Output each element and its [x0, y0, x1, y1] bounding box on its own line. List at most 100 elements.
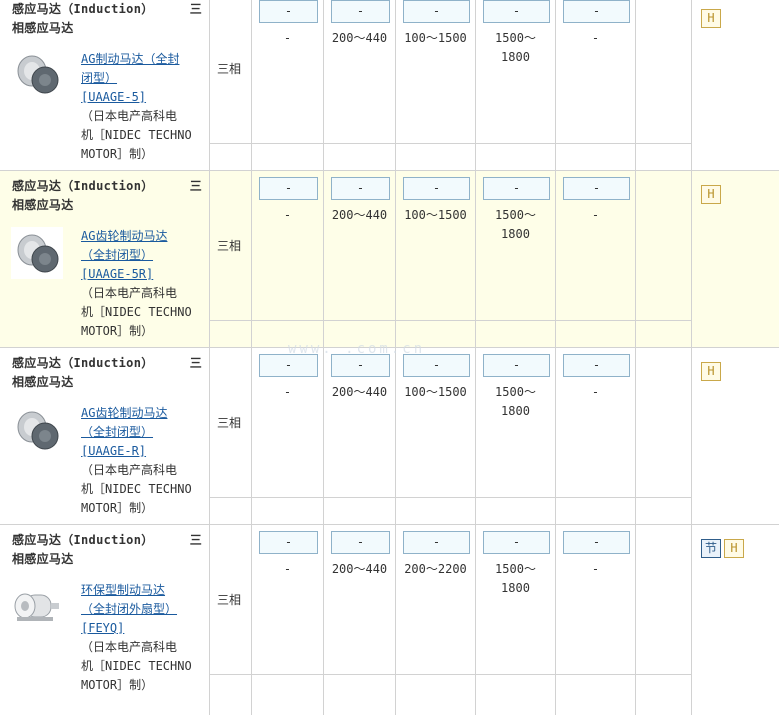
product-link[interactable]: AG齿轮制动马达 （全封闭型） [UAAGE-5R] — [81, 227, 203, 284]
maker-text: （日本电产高科电 机［NIDEC TECHNO MOTOR］制） — [81, 638, 203, 695]
table-row: 感应马达（Induction） 三 相感应马达 AG齿轮制动马达 （全封闭型） … — [0, 348, 779, 525]
column-divider — [323, 0, 324, 170]
column-divider — [635, 525, 636, 715]
product-name-line[interactable]: 环保型制动马达 — [81, 581, 203, 600]
product-name-line[interactable]: （全封闭外扇型） — [81, 600, 203, 619]
product-name-line[interactable]: （全封闭型） — [81, 423, 203, 442]
product-code[interactable]: [UAAGE-5R] — [81, 265, 203, 284]
spec-value: - — [591, 385, 600, 399]
motor-image[interactable] — [11, 48, 63, 100]
spec-value: 1500～ 1800 — [476, 560, 555, 598]
column-divider — [251, 0, 252, 170]
spec-value-line: 1500～ — [495, 208, 536, 222]
maker-line: （日本电产高科电 — [81, 463, 178, 477]
product-name-line[interactable]: AG齿轮制动马达 — [81, 227, 203, 246]
category-text: 三 — [189, 533, 202, 547]
column-divider — [691, 348, 692, 524]
energy-saving-tag-icon[interactable]: 节 — [701, 539, 721, 558]
spec-value: 200～2200 — [404, 562, 467, 576]
product-link[interactable]: AG制动马达（全封 闭型） [UAAGE-5] — [81, 50, 203, 107]
spec-button[interactable]: - — [331, 531, 390, 554]
spec-button[interactable]: - — [331, 354, 390, 377]
category-text: 感应马达（Induction） — [12, 533, 154, 547]
spec-button[interactable]: - — [259, 531, 318, 554]
h-tag-icon[interactable]: H — [701, 185, 721, 204]
motor-image[interactable] — [11, 581, 63, 633]
spec-button[interactable]: - — [259, 354, 318, 377]
spec-value: - — [591, 208, 600, 222]
spec-button[interactable]: - — [403, 531, 470, 554]
spec-value-line: 1800 — [501, 404, 530, 418]
maker-text: （日本电产高科电 机［NIDEC TECHNO MOTOR］制） — [81, 107, 203, 164]
spec-button[interactable]: - — [483, 531, 550, 554]
column-divider — [555, 525, 556, 715]
motor-image[interactable] — [11, 227, 63, 279]
column-divider — [395, 0, 396, 170]
spec-button[interactable]: - — [563, 531, 630, 554]
h-tag-icon[interactable]: H — [701, 362, 721, 381]
table-row: 感应马达（Induction） 三 相感应马达 AG齿轮制动马达 （全封闭型） … — [0, 171, 779, 348]
product-name-line[interactable]: AG齿轮制动马达 — [81, 404, 203, 423]
spec-value: - — [591, 562, 600, 576]
watermark: www. .com.cn — [288, 341, 426, 357]
spec-button[interactable]: - — [403, 177, 470, 200]
spec-value: 100～1500 — [404, 385, 467, 399]
column-divider — [251, 525, 252, 715]
spec-button[interactable]: - — [331, 177, 390, 200]
row-divider — [209, 143, 691, 144]
table-row: 感应马达（Induction） 三 相感应马达 环保型制动马达 （全封闭外扇型）… — [0, 525, 779, 715]
table-row: 感应马达（Induction） 三 相感应马达 AG制动马达（全封 闭型） [U… — [0, 0, 779, 171]
product-link[interactable]: AG齿轮制动马达 （全封闭型） [UAAGE-R] — [81, 404, 203, 461]
category-text: 感应马达（Induction） — [12, 356, 154, 370]
category-text: 三 — [189, 2, 202, 16]
spec-value-line: 1800 — [501, 581, 530, 595]
product-name-line[interactable]: （全封闭型） — [81, 246, 203, 265]
spec-button[interactable]: - — [563, 0, 630, 23]
product-code[interactable]: [UAAGE-R] — [81, 442, 203, 461]
spec-button[interactable]: - — [563, 177, 630, 200]
spec-button[interactable]: - — [563, 354, 630, 377]
spec-value: 200～440 — [331, 208, 388, 222]
column-divider — [323, 525, 324, 715]
spec-value: 200～440 — [331, 31, 388, 45]
spec-button[interactable]: - — [483, 177, 550, 200]
spec-value: - — [283, 385, 292, 399]
column-divider — [555, 0, 556, 170]
row-divider — [209, 674, 691, 675]
spec-value: 1500～ 1800 — [476, 383, 555, 421]
maker-line: MOTOR］制） — [81, 147, 154, 161]
spec-value-line: 1800 — [501, 227, 530, 241]
spec-button[interactable]: - — [403, 354, 470, 377]
spec-button[interactable]: - — [259, 0, 318, 23]
h-tag-icon[interactable]: H — [724, 539, 744, 558]
spec-value-line: 1800 — [501, 50, 530, 64]
maker-line: （日本电产高科电 — [81, 286, 178, 300]
motor-image[interactable] — [11, 404, 63, 456]
category-text: 相感应马达 — [12, 375, 74, 389]
spec-button[interactable]: - — [403, 0, 470, 23]
category-text: 三 — [189, 356, 202, 370]
maker-line: 机［NIDEC TECHNO — [81, 128, 192, 142]
spec-button[interactable]: - — [259, 177, 318, 200]
product-code[interactable]: [UAAGE-5] — [81, 88, 203, 107]
spec-button[interactable]: - — [483, 354, 550, 377]
column-divider — [475, 525, 476, 715]
spec-value-line: 1500～ — [495, 562, 536, 576]
product-code[interactable]: [FEYQ] — [81, 619, 203, 638]
product-link[interactable]: 环保型制动马达 （全封闭外扇型） [FEYQ] — [81, 581, 203, 638]
spec-button[interactable]: - — [483, 0, 550, 23]
column-divider — [475, 0, 476, 170]
product-name-line[interactable]: AG制动马达（全封 — [81, 50, 203, 69]
spec-value: 200～440 — [331, 562, 388, 576]
category-label: 感应马达（Induction） 三 相感应马达 — [12, 177, 202, 215]
spec-value: 100～1500 — [404, 208, 467, 222]
product-name-line[interactable]: 闭型） — [81, 69, 203, 88]
maker-line: （日本电产高科电 — [81, 109, 178, 123]
spec-button[interactable]: - — [331, 0, 390, 23]
category-label: 感应马达（Induction） 三 相感应马达 — [12, 531, 202, 569]
h-tag-icon[interactable]: H — [701, 9, 721, 28]
row-divider — [209, 497, 691, 498]
column-divider — [209, 525, 210, 715]
spec-value: - — [591, 31, 600, 45]
maker-line: MOTOR］制） — [81, 501, 154, 515]
